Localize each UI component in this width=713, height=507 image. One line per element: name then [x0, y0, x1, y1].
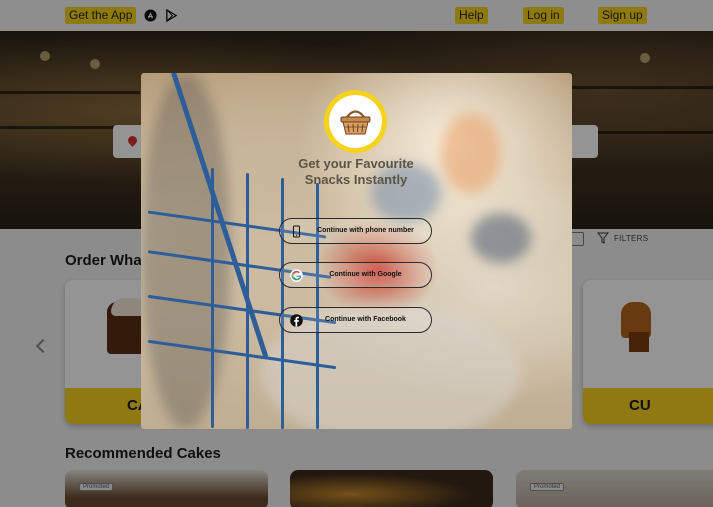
phone-icon	[293, 225, 300, 238]
facebook-icon	[290, 314, 303, 327]
headline-line-1: Get your Favourite	[298, 156, 414, 171]
continue-with-google-button[interactable]: Continue with Google	[279, 262, 432, 288]
basket-icon	[340, 110, 371, 135]
headline-line-2: Snacks Instantly	[304, 172, 408, 187]
continue-with-facebook-button[interactable]: Continue with Facebook	[279, 307, 432, 333]
google-button-label: Continue with Google	[329, 271, 402, 278]
facebook-button-label: Continue with Facebook	[325, 316, 406, 323]
google-icon	[290, 269, 303, 282]
phone-button-label: Continue with phone number	[317, 227, 414, 234]
continue-with-phone-button[interactable]: Continue with phone number	[279, 218, 432, 244]
modal-headline: Get your Favourite Snacks Instantly	[276, 156, 436, 188]
